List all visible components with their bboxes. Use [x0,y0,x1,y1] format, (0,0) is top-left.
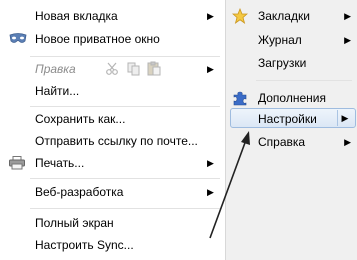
annotation-arrow [209,131,250,239]
